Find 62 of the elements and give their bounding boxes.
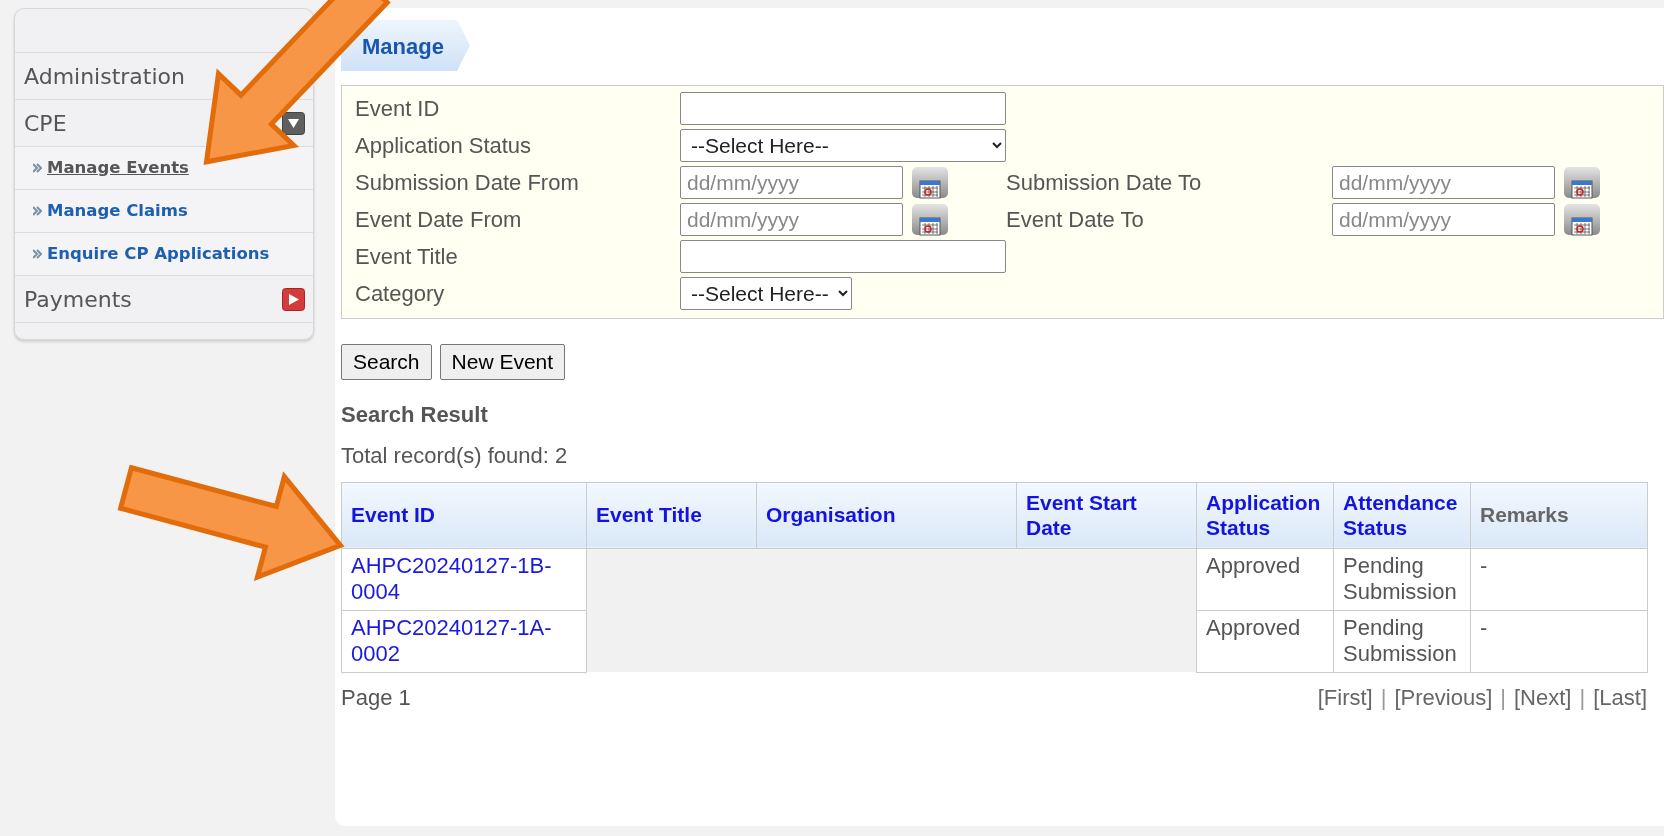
event-id-link[interactable]: AHPC20240127-1B-0004	[351, 552, 577, 606]
pager-link[interactable]: [First]	[1317, 680, 1373, 714]
dropdown[interactable]: --Select Here--	[680, 277, 852, 310]
table-cell: Pending Submission	[1333, 548, 1471, 610]
expand-toggle-icon[interactable]	[282, 287, 305, 311]
record-count: Total record(s) found: 2	[341, 441, 569, 470]
date-field[interactable]: dd/mm/yyyy	[1332, 203, 1555, 236]
pager-separator: |	[1380, 683, 1387, 712]
pager-separator: |	[1500, 683, 1506, 712]
date-field[interactable]: dd/mm/yyyy	[1332, 166, 1555, 199]
field-label: Event Title	[355, 243, 459, 271]
form-button[interactable]: New Event	[439, 344, 566, 380]
pager-link[interactable]: [Previous]	[1394, 680, 1493, 714]
calendar-icon	[919, 179, 941, 199]
calendar-icon	[1571, 216, 1593, 236]
text-field[interactable]	[680, 240, 1006, 273]
column-header[interactable]: Event ID	[341, 482, 587, 548]
menu-link[interactable]: Manage Events	[47, 155, 189, 181]
menu-section[interactable]: Administration	[24, 59, 185, 93]
column-header[interactable]: Event Start Date	[1016, 482, 1197, 548]
table-cell: Pending Submission	[1333, 610, 1471, 672]
menu-link[interactable]: Enquire CP Applications	[47, 241, 270, 267]
chevron-icon	[33, 163, 42, 173]
dropdown[interactable]: --Select Here--	[680, 129, 1006, 162]
column-header[interactable]: Attendance Status	[1333, 482, 1471, 548]
calendar-icon	[919, 216, 941, 236]
table-cell: Approved	[1196, 548, 1334, 610]
field-label: Application Status	[355, 132, 533, 160]
column-header[interactable]: Event Title	[586, 482, 757, 548]
date-field[interactable]: dd/mm/yyyy	[680, 166, 903, 199]
field-label: Event ID	[355, 95, 441, 123]
calendar-icon	[1571, 179, 1593, 199]
calendar-button[interactable]	[1564, 167, 1600, 198]
menu-section[interactable]: Payments	[24, 282, 132, 316]
table-cell: Approved	[1196, 610, 1334, 672]
field-label: Submission Date To	[1006, 169, 1203, 197]
column-header: Remarks	[1470, 482, 1648, 548]
text-field[interactable]	[680, 92, 1006, 125]
table-cell: -	[1470, 548, 1648, 610]
form-button[interactable]: Search	[341, 344, 432, 380]
chevron-icon	[33, 206, 42, 216]
page-number: Page 1	[341, 683, 411, 712]
field-label: Submission Date From	[355, 169, 580, 197]
date-field[interactable]: dd/mm/yyyy	[680, 203, 903, 236]
calendar-button[interactable]	[1564, 204, 1600, 235]
table-cell: -	[1470, 610, 1648, 672]
chevron-icon	[33, 249, 42, 259]
pager-link[interactable]: [Next]	[1514, 680, 1572, 714]
pager-link[interactable]: [Last]	[1593, 680, 1647, 714]
menu-link[interactable]: Manage Claims	[47, 198, 188, 224]
field-label: Event Date From	[355, 206, 523, 234]
field-label: Event Date To	[1006, 206, 1145, 234]
calendar-button[interactable]	[912, 204, 948, 235]
calendar-button[interactable]	[912, 167, 948, 198]
pager-separator: |	[1579, 683, 1586, 712]
event-id-link[interactable]: AHPC20240127-1A-0002	[351, 614, 577, 668]
field-label: Category	[355, 280, 446, 308]
column-header[interactable]: Organisation	[756, 482, 1017, 548]
section-heading: Search Result	[341, 400, 489, 429]
column-header[interactable]: Application Status	[1196, 482, 1334, 548]
collapse-toggle-icon[interactable]	[282, 111, 305, 135]
menu-section[interactable]: CPE	[24, 106, 67, 140]
